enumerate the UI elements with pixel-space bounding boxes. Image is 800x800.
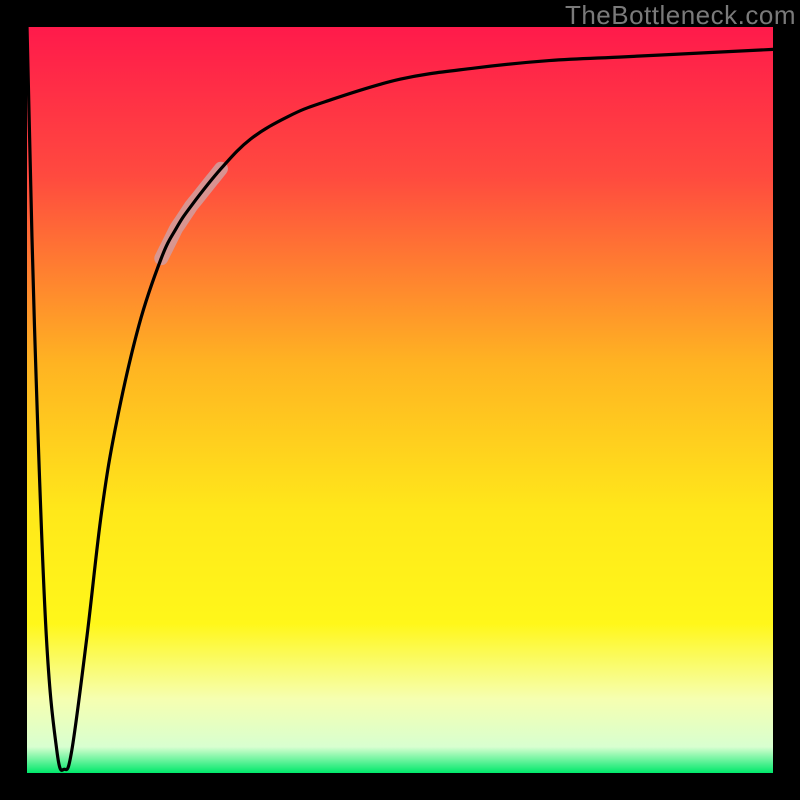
chart-svg bbox=[0, 0, 800, 800]
chart-root: TheBottleneck.com bbox=[0, 0, 800, 800]
plot-background-gradient bbox=[27, 27, 773, 773]
watermark-text: TheBottleneck.com bbox=[565, 0, 796, 31]
